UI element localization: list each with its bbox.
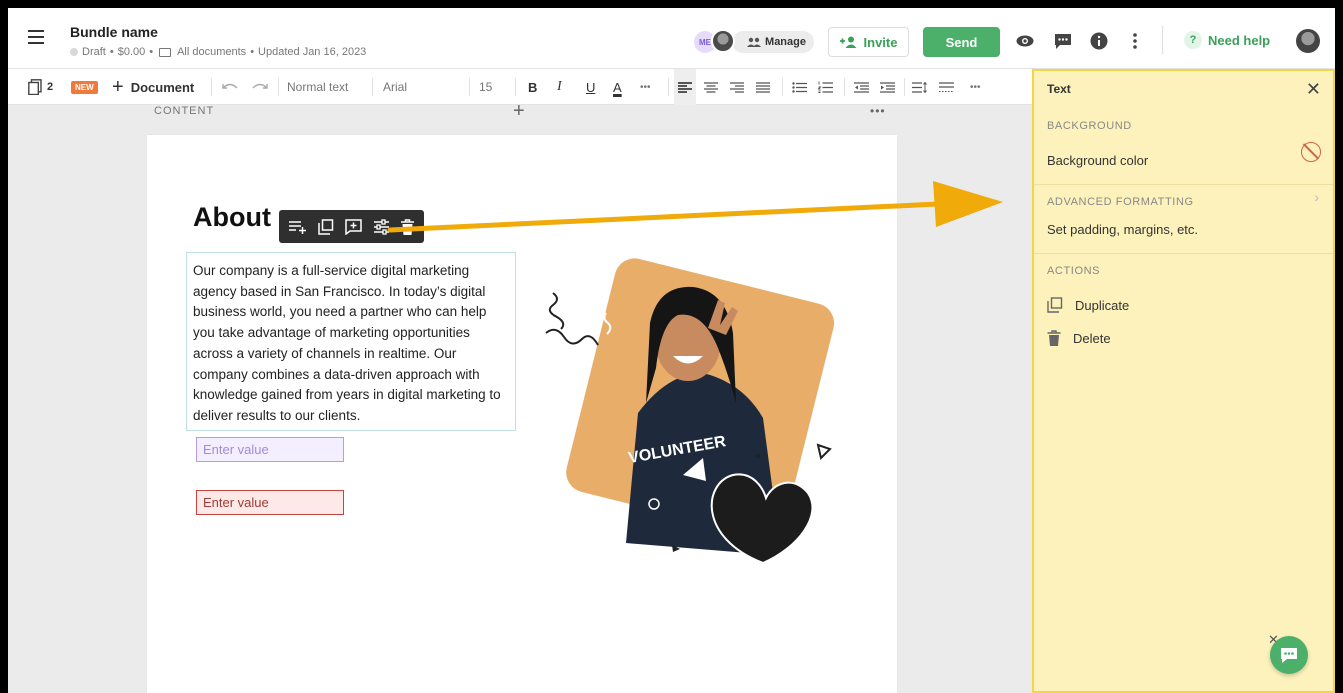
status-dot-icon	[70, 48, 78, 56]
numbered-list-icon[interactable]	[818, 69, 833, 105]
trash-icon	[1047, 330, 1061, 346]
line-spacing-icon[interactable]	[912, 69, 928, 105]
documents-count-button[interactable]: 2	[28, 69, 53, 105]
users-icon	[747, 37, 762, 47]
eye-icon[interactable]	[1014, 30, 1036, 52]
add-user-icon	[839, 36, 857, 48]
advanced-section-label[interactable]: ADVANCED FORMATTING	[1047, 196, 1194, 208]
fillable-field-2[interactable]: Enter value	[196, 490, 344, 515]
clear-format-icon[interactable]	[939, 69, 954, 105]
content-section-label: CONTENT	[154, 105, 215, 117]
duplicate-icon[interactable]	[318, 218, 334, 235]
chevron-right-icon[interactable]: ›	[1314, 189, 1319, 205]
add-document-button[interactable]: + Document	[112, 69, 194, 105]
bold-button[interactable]: B	[528, 69, 537, 105]
menu-icon[interactable]	[28, 30, 44, 44]
user-avatar[interactable]	[1296, 29, 1320, 53]
documents-icon	[28, 79, 42, 95]
no-color-icon[interactable]	[1301, 142, 1321, 162]
more-vertical-icon[interactable]	[1124, 30, 1146, 52]
font-family-select[interactable]: Arial	[383, 69, 407, 105]
background-section-label: BACKGROUND	[1047, 120, 1132, 132]
actions-section-label: ACTIONS	[1047, 265, 1101, 277]
delete-action[interactable]: Delete	[1047, 330, 1111, 346]
manage-label: Manage	[765, 36, 806, 48]
folder-link[interactable]: All documents	[177, 46, 246, 58]
chat-icon[interactable]	[1270, 636, 1308, 674]
header-divider	[1162, 26, 1163, 54]
manage-button[interactable]: Manage	[732, 31, 814, 53]
collaborator-avatar[interactable]	[711, 29, 735, 53]
font-size-select[interactable]: 15	[479, 69, 492, 105]
send-button[interactable]: Send	[923, 27, 1000, 57]
annotation-arrow	[387, 181, 1003, 233]
text-block[interactable]: Our company is a full-service digital ma…	[186, 252, 516, 431]
help-button[interactable]: ? Need help	[1184, 31, 1270, 49]
comment-icon[interactable]	[1052, 30, 1074, 52]
add-document-label: Document	[130, 79, 195, 95]
duplicate-action[interactable]: Duplicate	[1047, 297, 1129, 313]
delete-label: Delete	[1073, 330, 1111, 346]
updated-text: Updated Jan 16, 2023	[258, 46, 367, 58]
align-left-icon[interactable]	[674, 69, 696, 105]
close-icon[interactable]: ✕	[1306, 79, 1321, 100]
background-color-label[interactable]: Background color	[1047, 153, 1148, 168]
new-badge: NEW	[71, 80, 98, 94]
plus-icon: +	[112, 75, 124, 98]
outdent-icon[interactable]	[854, 69, 869, 105]
underline-button[interactable]: U	[586, 69, 595, 105]
duplicate-label: Duplicate	[1075, 297, 1130, 313]
more-format-button[interactable]: •••	[640, 69, 651, 105]
insert-below-icon[interactable]	[289, 220, 307, 234]
app-window: Bundle name Draft • $0.00 • All document…	[8, 8, 1335, 693]
add-block-icon[interactable]: +	[513, 100, 525, 123]
help-icon: ?	[1184, 31, 1202, 49]
info-icon[interactable]	[1088, 30, 1110, 52]
redo-icon[interactable]	[252, 69, 268, 105]
text-style-select[interactable]: Normal text	[287, 69, 348, 105]
header: Bundle name Draft • $0.00 • All document…	[8, 8, 1335, 69]
volunteer-photo-image[interactable]: VOLUNTEER	[528, 253, 838, 568]
invite-label: Invite	[863, 34, 898, 50]
duplicate-icon	[1047, 297, 1063, 313]
doc-count: 2	[47, 81, 54, 93]
section-more-icon[interactable]: •••	[870, 104, 886, 118]
about-heading[interactable]: About	[193, 202, 271, 233]
invite-button[interactable]: Invite	[828, 27, 909, 57]
add-comment-icon[interactable]	[345, 218, 362, 235]
fillable-field-1[interactable]: Enter value	[196, 437, 344, 462]
bundle-meta: Draft • $0.00 • All documents • Updated …	[70, 46, 366, 58]
align-justify-icon[interactable]	[756, 69, 770, 105]
advanced-desc[interactable]: Set padding, margins, etc.	[1047, 222, 1198, 237]
undo-icon[interactable]	[222, 69, 238, 105]
align-center-icon[interactable]	[704, 69, 718, 105]
panel-title: Text	[1047, 82, 1071, 96]
status-text: Draft	[82, 46, 106, 58]
price-text: $0.00	[117, 46, 146, 58]
align-right-icon[interactable]	[730, 69, 744, 105]
more-toolbar-button[interactable]: •••	[970, 69, 981, 105]
italic-button[interactable]: I	[557, 69, 562, 105]
folder-icon	[159, 47, 172, 57]
help-label: Need help	[1208, 32, 1271, 48]
bulleted-list-icon[interactable]	[792, 69, 807, 105]
text-color-button[interactable]: A	[613, 69, 622, 105]
bundle-title[interactable]: Bundle name	[70, 24, 158, 40]
indent-icon[interactable]	[880, 69, 895, 105]
properties-panel: Text ✕ BACKGROUND Background color ADVAN…	[1032, 69, 1335, 693]
